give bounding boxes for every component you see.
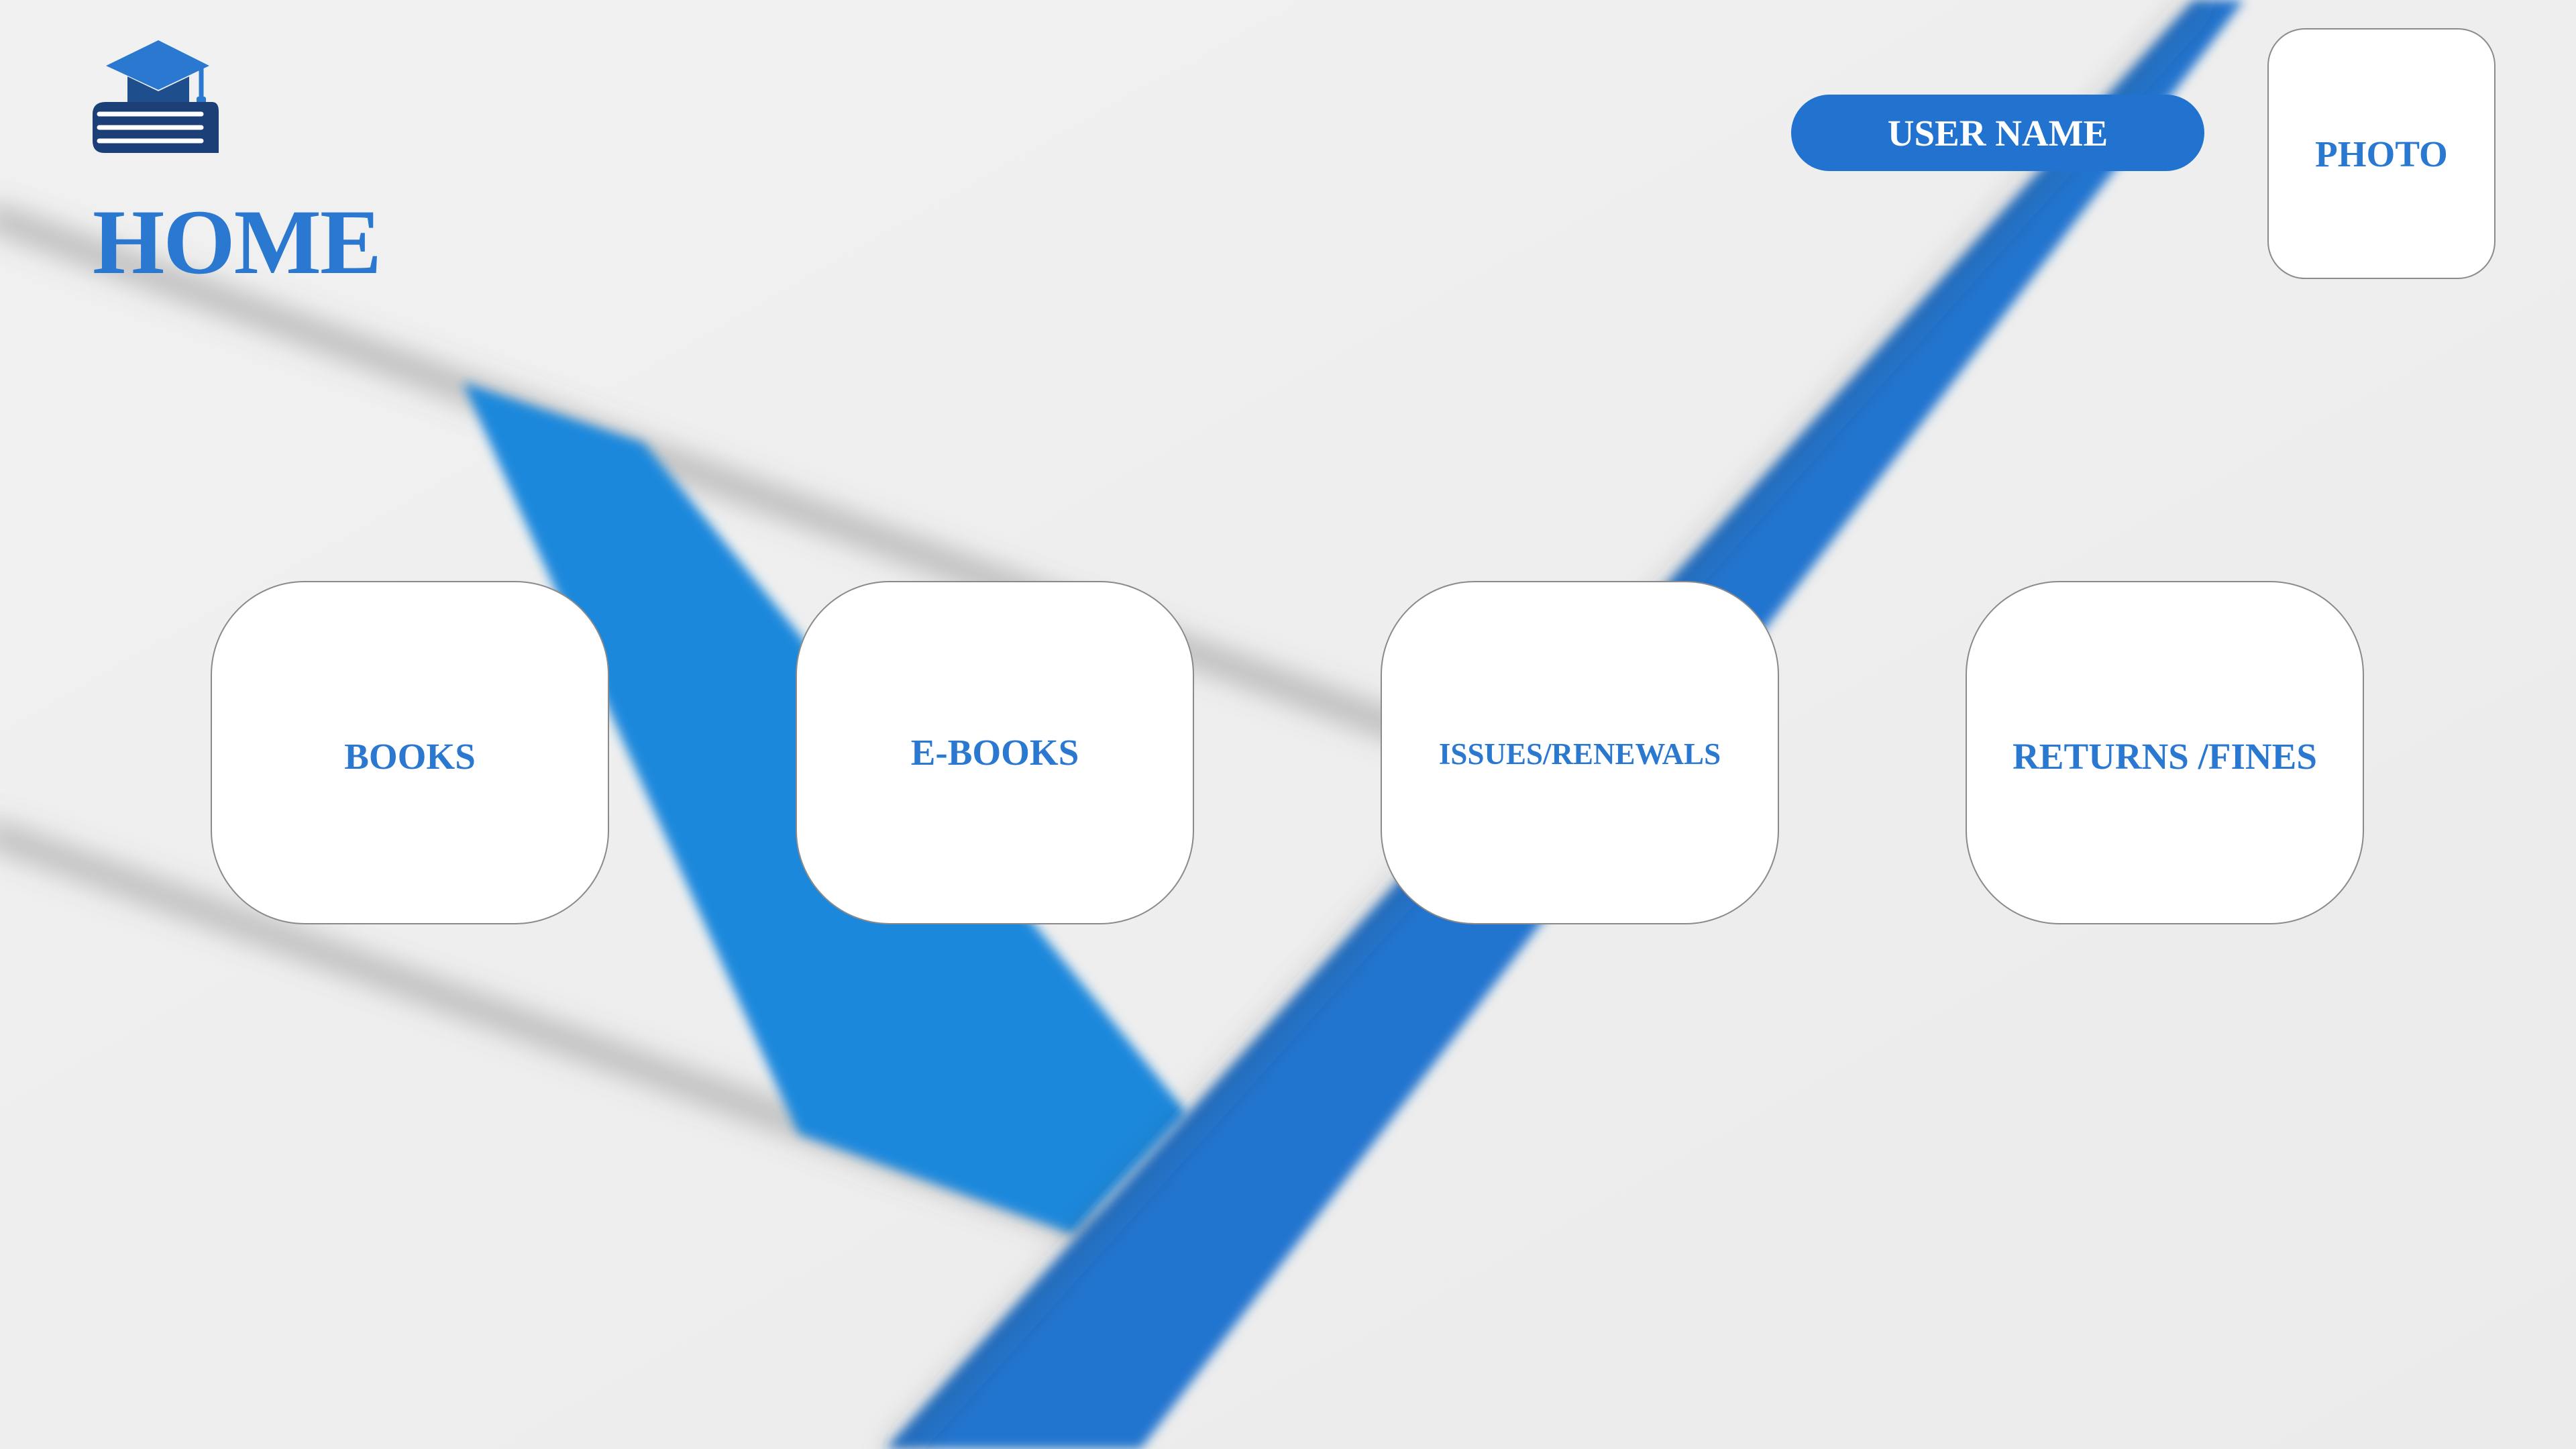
- issues-renewals-button[interactable]: ISSUES/RENEWALS: [1381, 581, 1779, 924]
- issues-renewals-label: ISSUES/RENEWALS: [1438, 737, 1721, 771]
- returns-fines-label: RETURNS /FINES: [2012, 735, 2317, 777]
- photo-label: PHOTO: [2315, 133, 2448, 174]
- books-button[interactable]: BOOKS: [211, 581, 609, 924]
- user-name-button[interactable]: USER NAME: [1791, 95, 2204, 171]
- ebooks-label: E-BOOKS: [910, 731, 1079, 773]
- library-logo: [86, 27, 220, 161]
- profile-photo[interactable]: PHOTO: [2267, 28, 2496, 279]
- books-label: BOOKS: [344, 735, 476, 777]
- page-title: HOME: [93, 191, 382, 293]
- user-name-label: USER NAME: [1887, 112, 2108, 154]
- graduation-cap-books-icon: [93, 40, 219, 153]
- ebooks-button[interactable]: E-BOOKS: [796, 581, 1194, 924]
- returns-fines-button[interactable]: RETURNS /FINES: [1966, 581, 2364, 924]
